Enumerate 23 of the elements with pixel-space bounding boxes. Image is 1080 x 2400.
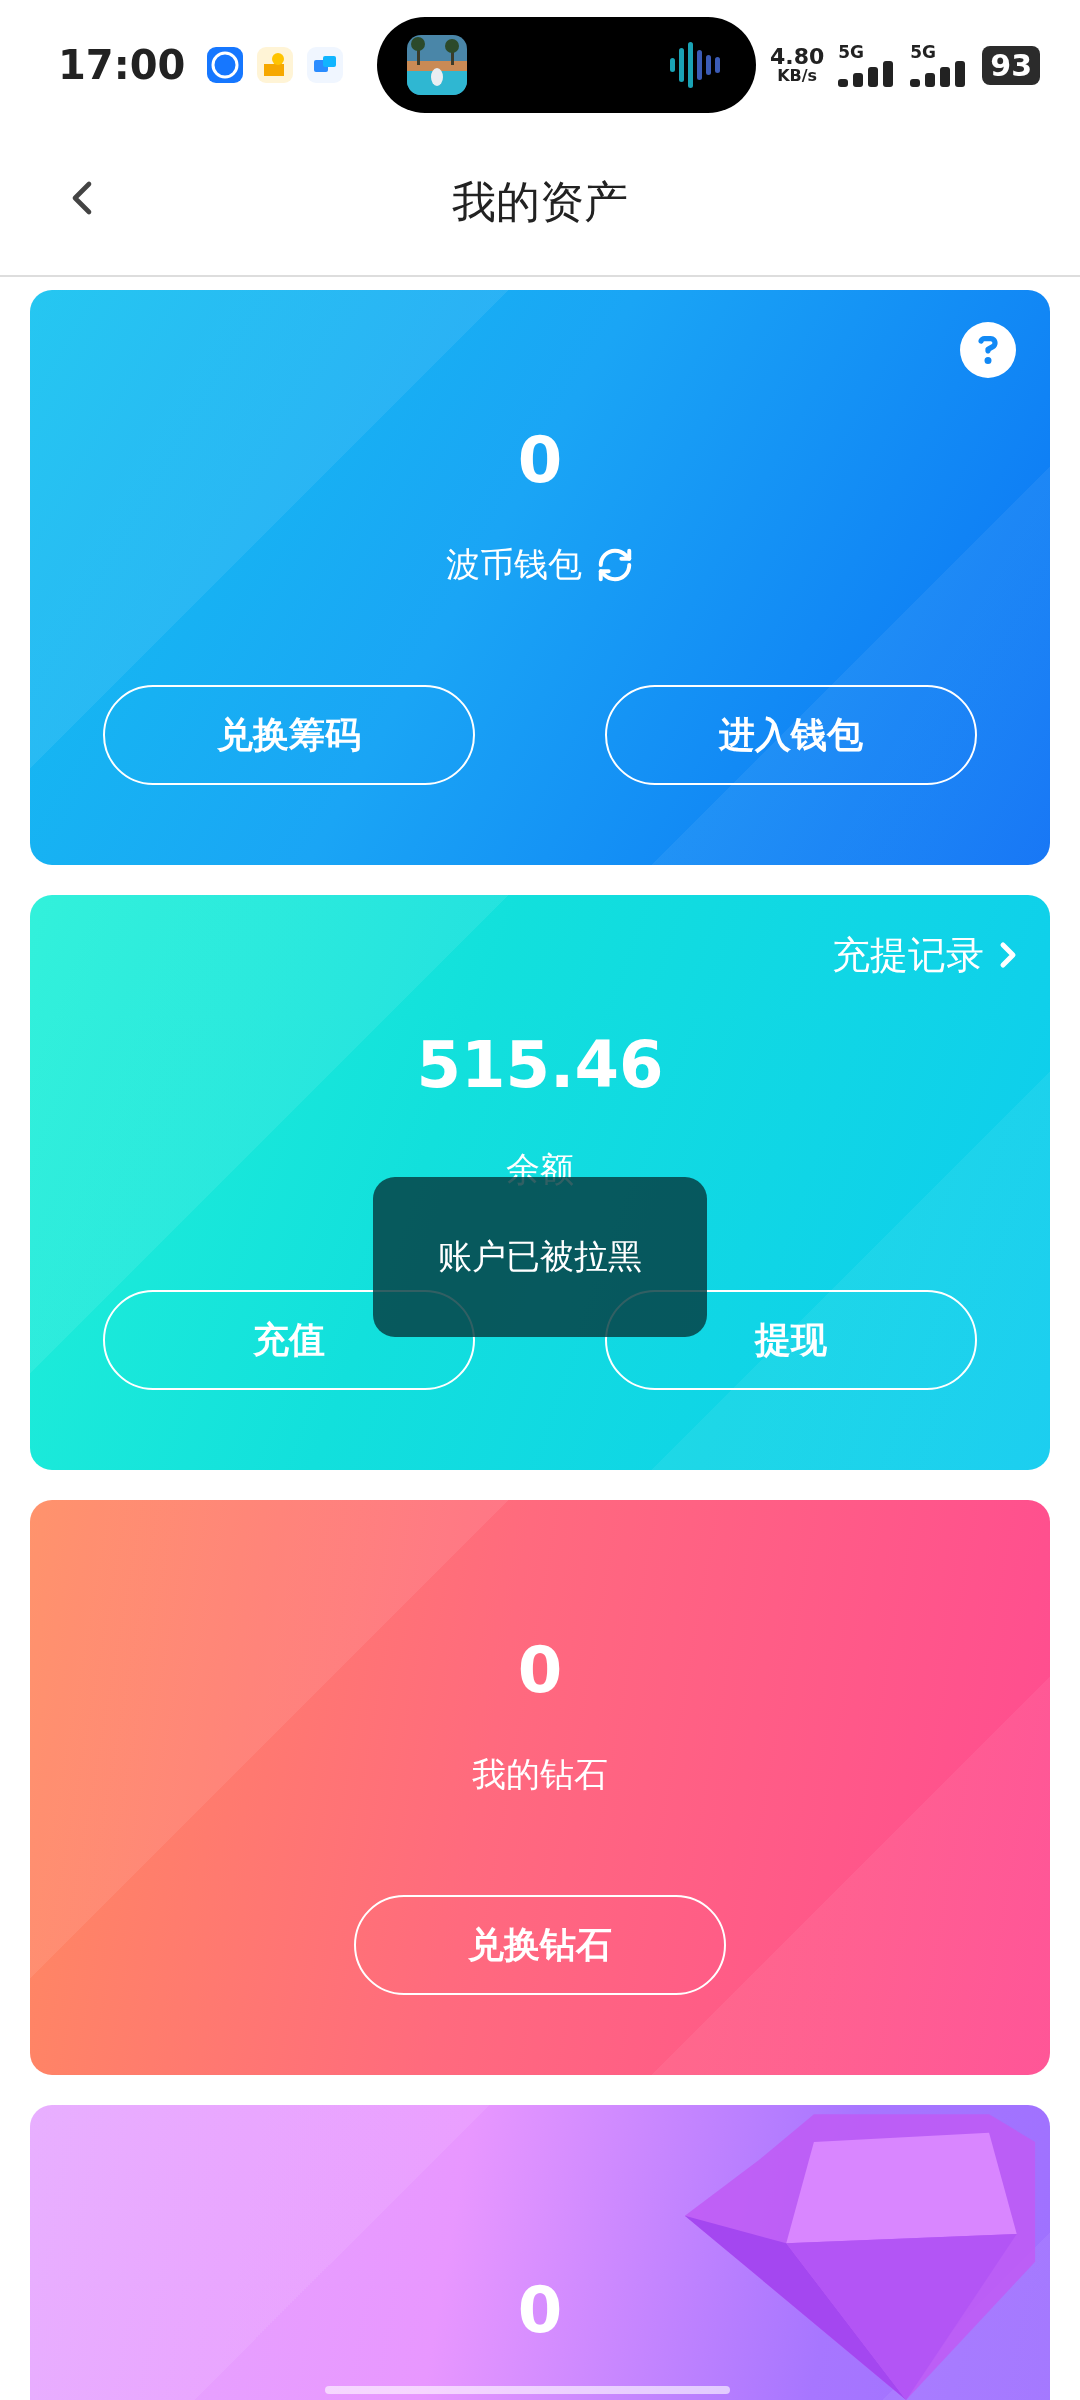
network-speed-unit: KB/s — [777, 68, 818, 84]
page-title: 我的资产 — [452, 175, 628, 229]
amount-value: 0 — [517, 2272, 563, 2349]
amount-value: 0 — [517, 422, 563, 499]
network-type: 5G — [910, 43, 937, 61]
action-button[interactable]: 兑换钻石 — [354, 1895, 726, 1995]
asset-label: 波币钱包 — [446, 543, 582, 586]
amount-value: 515.46 — [416, 1027, 664, 1104]
toast-message: 账户已被拉黑 — [373, 1177, 707, 1337]
app-icon — [207, 47, 244, 83]
app-icon — [257, 47, 294, 83]
status-time: 17:00 — [58, 42, 186, 88]
records-link[interactable]: 充提记录 — [832, 929, 1028, 981]
amount-value: 0 — [517, 1632, 563, 1709]
help-icon[interactable] — [960, 322, 1016, 378]
network-speed: 4.80 — [770, 46, 825, 68]
network-type: 5G — [838, 43, 865, 61]
action-button[interactable]: 兑换筹码 — [103, 685, 475, 785]
battery-level: 93 — [982, 45, 1040, 85]
action-button[interactable]: 进入钱包 — [605, 685, 977, 785]
refresh-icon[interactable] — [596, 546, 634, 584]
app-icon — [307, 47, 343, 83]
asset-label: 我的钻石 — [472, 1753, 608, 1796]
